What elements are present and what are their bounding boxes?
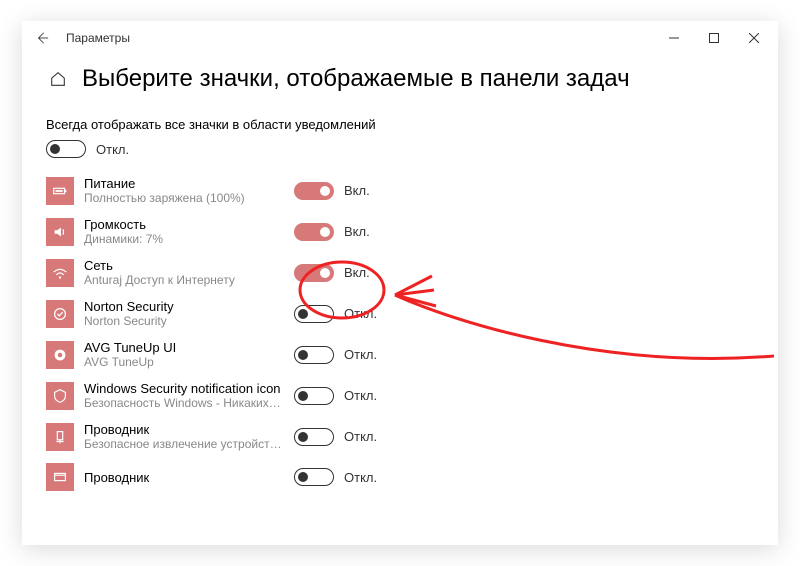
- back-button[interactable]: [26, 22, 58, 54]
- item-toggle-label: Вкл.: [344, 224, 370, 239]
- minimize-button[interactable]: [654, 22, 694, 54]
- home-icon[interactable]: [46, 67, 70, 91]
- security-icon: [46, 382, 74, 410]
- close-button[interactable]: [734, 22, 774, 54]
- item-title: Сеть: [84, 258, 294, 273]
- titlebar: Параметры: [22, 21, 778, 55]
- item-title: Питание: [84, 176, 294, 191]
- wifi-icon: [46, 259, 74, 287]
- setting-row: ПитаниеПолностью заряжена (100%) Вкл.: [46, 176, 754, 205]
- toggle-area: Вкл.: [294, 264, 370, 282]
- setting-row: ГромкостьДинамики: 7% Вкл.: [46, 217, 754, 246]
- setting-row: Norton SecurityNorton Security Откл.: [46, 299, 754, 328]
- avg-icon: [46, 341, 74, 369]
- setting-row: СетьAnturaj Доступ к Интернету Вкл.: [46, 258, 754, 287]
- item-text: ГромкостьДинамики: 7%: [84, 217, 294, 246]
- item-title: Windows Security notification icon: [84, 381, 294, 396]
- item-title: Norton Security: [84, 299, 294, 314]
- item-toggle-label: Откл.: [344, 347, 377, 362]
- master-toggle[interactable]: [46, 140, 86, 158]
- item-text: Norton SecurityNorton Security: [84, 299, 294, 328]
- setting-row: Проводник Откл.: [46, 463, 754, 491]
- volume-icon: [46, 218, 74, 246]
- item-toggle[interactable]: [294, 468, 334, 486]
- item-subtitle: Anturaj Доступ к Интернету: [84, 273, 284, 287]
- item-toggle[interactable]: [294, 182, 334, 200]
- norton-icon: [46, 300, 74, 328]
- minimize-icon: [669, 33, 679, 43]
- item-toggle-label: Откл.: [344, 429, 377, 444]
- explorer-icon: [46, 423, 74, 451]
- item-text: AVG TuneUp UIAVG TuneUp: [84, 340, 294, 369]
- window-title: Параметры: [66, 31, 654, 45]
- item-text: ПитаниеПолностью заряжена (100%): [84, 176, 294, 205]
- item-title: Проводник: [84, 422, 294, 437]
- item-toggle-label: Откл.: [344, 388, 377, 403]
- setting-row: ПроводникБезопасное извлечение устройств…: [46, 422, 754, 451]
- item-subtitle: AVG TuneUp: [84, 355, 284, 369]
- toggle-area: Откл.: [294, 468, 377, 486]
- always-show-link[interactable]: Всегда отображать все значки в области у…: [46, 117, 754, 132]
- toggle-area: Откл.: [294, 346, 377, 364]
- item-title: Проводник: [84, 470, 294, 485]
- close-icon: [749, 33, 759, 43]
- item-text: ПроводникБезопасное извлечение устройств…: [84, 422, 294, 451]
- item-toggle[interactable]: [294, 264, 334, 282]
- toggle-area: Откл.: [294, 305, 377, 323]
- item-toggle-label: Откл.: [344, 306, 377, 321]
- explorer2-icon: [46, 463, 74, 491]
- item-toggle[interactable]: [294, 428, 334, 446]
- maximize-button[interactable]: [694, 22, 734, 54]
- item-title: AVG TuneUp UI: [84, 340, 294, 355]
- item-subtitle: Полностью заряжена (100%): [84, 191, 284, 205]
- toggle-area: Вкл.: [294, 223, 370, 241]
- item-subtitle: Безопасное извлечение устройств…: [84, 437, 284, 451]
- item-text: Windows Security notification iconБезопа…: [84, 381, 294, 410]
- item-subtitle: Безопасность Windows - Никаких…: [84, 396, 284, 410]
- settings-window: Параметры Выберите значки, отображаемые …: [22, 21, 778, 545]
- battery-icon: [46, 177, 74, 205]
- item-toggle[interactable]: [294, 223, 334, 241]
- item-toggle-label: Вкл.: [344, 265, 370, 280]
- item-toggle-label: Откл.: [344, 470, 377, 485]
- maximize-icon: [709, 33, 719, 43]
- arrow-left-icon: [35, 31, 49, 45]
- toggle-area: Вкл.: [294, 182, 370, 200]
- item-toggle[interactable]: [294, 305, 334, 323]
- item-subtitle: Динамики: 7%: [84, 232, 284, 246]
- item-toggle-label: Вкл.: [344, 183, 370, 198]
- setting-row: Windows Security notification iconБезопа…: [46, 381, 754, 410]
- toggle-area: Откл.: [294, 428, 377, 446]
- item-toggle[interactable]: [294, 346, 334, 364]
- setting-row: AVG TuneUp UIAVG TuneUp Откл.: [46, 340, 754, 369]
- item-subtitle: Norton Security: [84, 314, 284, 328]
- master-toggle-label: Откл.: [96, 142, 129, 157]
- toggle-area: Откл.: [294, 387, 377, 405]
- item-text: СетьAnturaj Доступ к Интернету: [84, 258, 294, 287]
- item-toggle[interactable]: [294, 387, 334, 405]
- page-heading: Выберите значки, отображаемые в панели з…: [82, 65, 630, 93]
- item-title: Громкость: [84, 217, 294, 232]
- item-text: Проводник: [84, 470, 294, 485]
